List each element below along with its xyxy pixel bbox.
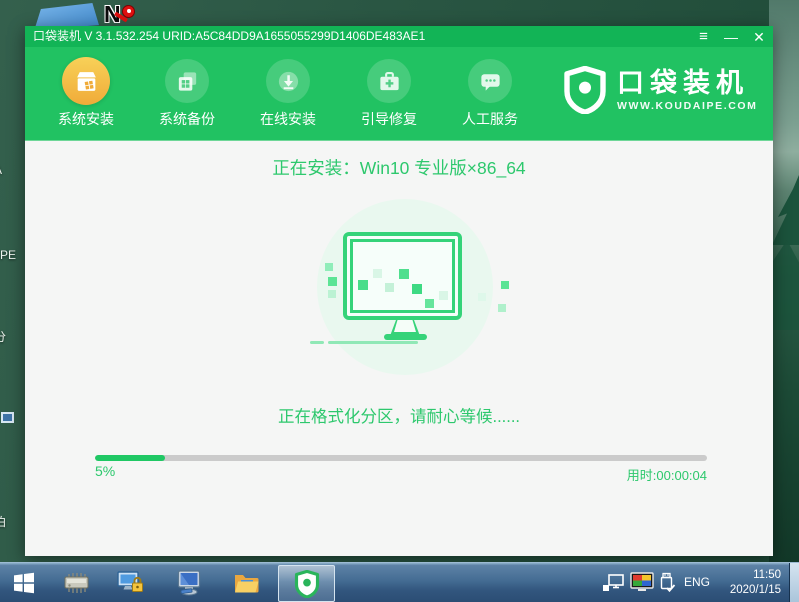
progress-percent: 5% xyxy=(95,463,116,479)
taskbar-clock[interactable]: 11:50 2020/1/15 xyxy=(730,568,781,598)
nav-label: 人工服务 xyxy=(462,111,518,127)
backup-windows-icon xyxy=(165,59,209,103)
taskbar-app-chip[interactable] xyxy=(62,570,90,596)
desktop-label-fragment: 分 xyxy=(0,330,7,344)
nav-item-system-backup[interactable]: 系统备份 xyxy=(149,57,225,129)
tray-network-icon[interactable] xyxy=(600,570,626,596)
nav-item-system-install[interactable]: 系统安装 xyxy=(48,57,124,129)
decor-square xyxy=(325,263,333,271)
nav-bar: 系统安装 系统备份 在线安装 引导修复 人工服务 口袋装机 WWW.KOUDAI… xyxy=(25,47,773,141)
decor-square xyxy=(425,299,434,308)
decor-square xyxy=(501,281,509,289)
desktop-label-fragment: PE xyxy=(0,248,17,262)
ground-line xyxy=(328,341,418,344)
decor-square xyxy=(385,283,394,292)
chat-bubble-icon xyxy=(468,59,512,103)
decor-square xyxy=(373,269,382,278)
decor-square xyxy=(478,293,486,301)
decor-square xyxy=(328,277,337,286)
window-controls: ≡ — ✕ xyxy=(693,26,769,47)
nav-item-online-install[interactable]: 在线安装 xyxy=(250,57,326,129)
elapsed-time: 用时:00:00:04 xyxy=(626,468,707,483)
shield-app-icon xyxy=(294,569,319,598)
windows-logo-icon xyxy=(14,572,34,594)
minimize-icon[interactable]: — xyxy=(721,27,741,47)
taskbar: ENG 11:50 2020/1/15 xyxy=(0,562,799,602)
desktop-label-fragment: A xyxy=(0,163,2,177)
toolbox-repair-icon xyxy=(367,59,411,103)
clock-time: 11:50 xyxy=(753,569,781,581)
decor-square xyxy=(328,290,336,298)
monitor-outline-icon xyxy=(343,232,462,320)
decor-square xyxy=(412,284,422,294)
shield-logo-icon xyxy=(564,66,606,114)
taskbar-app-installer-active[interactable] xyxy=(278,565,335,602)
brand-site: WWW.KOUDAIPE.COM xyxy=(617,100,758,112)
window-titlebar[interactable]: 口袋装机 V 3.1.532.254 URID:A5C84DD9A1655055… xyxy=(25,26,773,47)
language-indicator[interactable]: ENG xyxy=(684,575,710,589)
monitor-lock-icon xyxy=(117,571,143,592)
desktop: N I A PE 分 ( 泊 口袋装机 V 3.1.532.254 URID:A… xyxy=(0,0,799,602)
clock-date: 2020/1/15 xyxy=(729,584,781,596)
taskbar-app-explorer[interactable] xyxy=(232,570,260,596)
tray-display-color-icon[interactable] xyxy=(628,570,656,596)
install-progress-panel: 正在安装：Win10 专业版×86_64 正在格式化分区，请耐心等候......… xyxy=(25,141,773,556)
nav-label: 系统备份 xyxy=(159,111,215,127)
ground-line xyxy=(310,341,324,344)
brand-name: 口袋装机 xyxy=(617,68,749,98)
progress-fill xyxy=(95,455,165,461)
taskbar-app-system[interactable] xyxy=(175,570,203,596)
status-message: 正在格式化分区，请耐心等候...... xyxy=(277,408,520,426)
installing-title: 正在安装：Win10 专业版×86_64 xyxy=(272,158,526,178)
decor-square xyxy=(399,269,409,279)
folder-icon xyxy=(234,575,258,593)
decor-square xyxy=(498,304,506,312)
desktop-label-fragment: 泊 xyxy=(0,515,7,529)
window-title: 口袋装机 V 3.1.532.254 URID:A5C84DD9A1655055… xyxy=(33,29,426,43)
close-icon[interactable]: ✕ xyxy=(749,27,769,47)
menu-icon[interactable]: ≡ xyxy=(693,27,713,47)
tree-silhouette xyxy=(769,240,799,330)
computer-monitor-icon xyxy=(177,570,201,596)
nav-item-boot-repair[interactable]: 引导修复 xyxy=(351,57,427,129)
tray-usb-icon[interactable] xyxy=(656,570,678,596)
wallpaper-right-strip xyxy=(769,0,799,562)
show-desktop-button[interactable] xyxy=(789,563,799,602)
nav-label: 系统安装 xyxy=(58,111,114,127)
memory-chip-icon xyxy=(64,573,89,593)
partial-desktop-icon[interactable] xyxy=(1,412,14,423)
decor-square xyxy=(358,280,368,290)
brand-logo: 口袋装机 WWW.KOUDAIPE.COM xyxy=(563,66,758,114)
monitor-base xyxy=(384,334,427,340)
install-box-icon xyxy=(62,57,110,105)
tree-silhouette xyxy=(772,175,799,245)
red-key-hole xyxy=(127,9,131,13)
nav-item-manual-service[interactable]: 人工服务 xyxy=(452,57,528,129)
decor-square xyxy=(439,291,448,300)
installer-window: 口袋装机 V 3.1.532.254 URID:A5C84DD9A1655055… xyxy=(25,26,773,556)
nav-label: 在线安装 xyxy=(260,111,316,127)
progress-bar xyxy=(95,455,707,461)
taskbar-app-lock-screen[interactable] xyxy=(117,570,145,596)
nav-label: 引导修复 xyxy=(361,111,417,127)
start-button[interactable] xyxy=(10,570,38,596)
download-circle-icon xyxy=(266,59,310,103)
